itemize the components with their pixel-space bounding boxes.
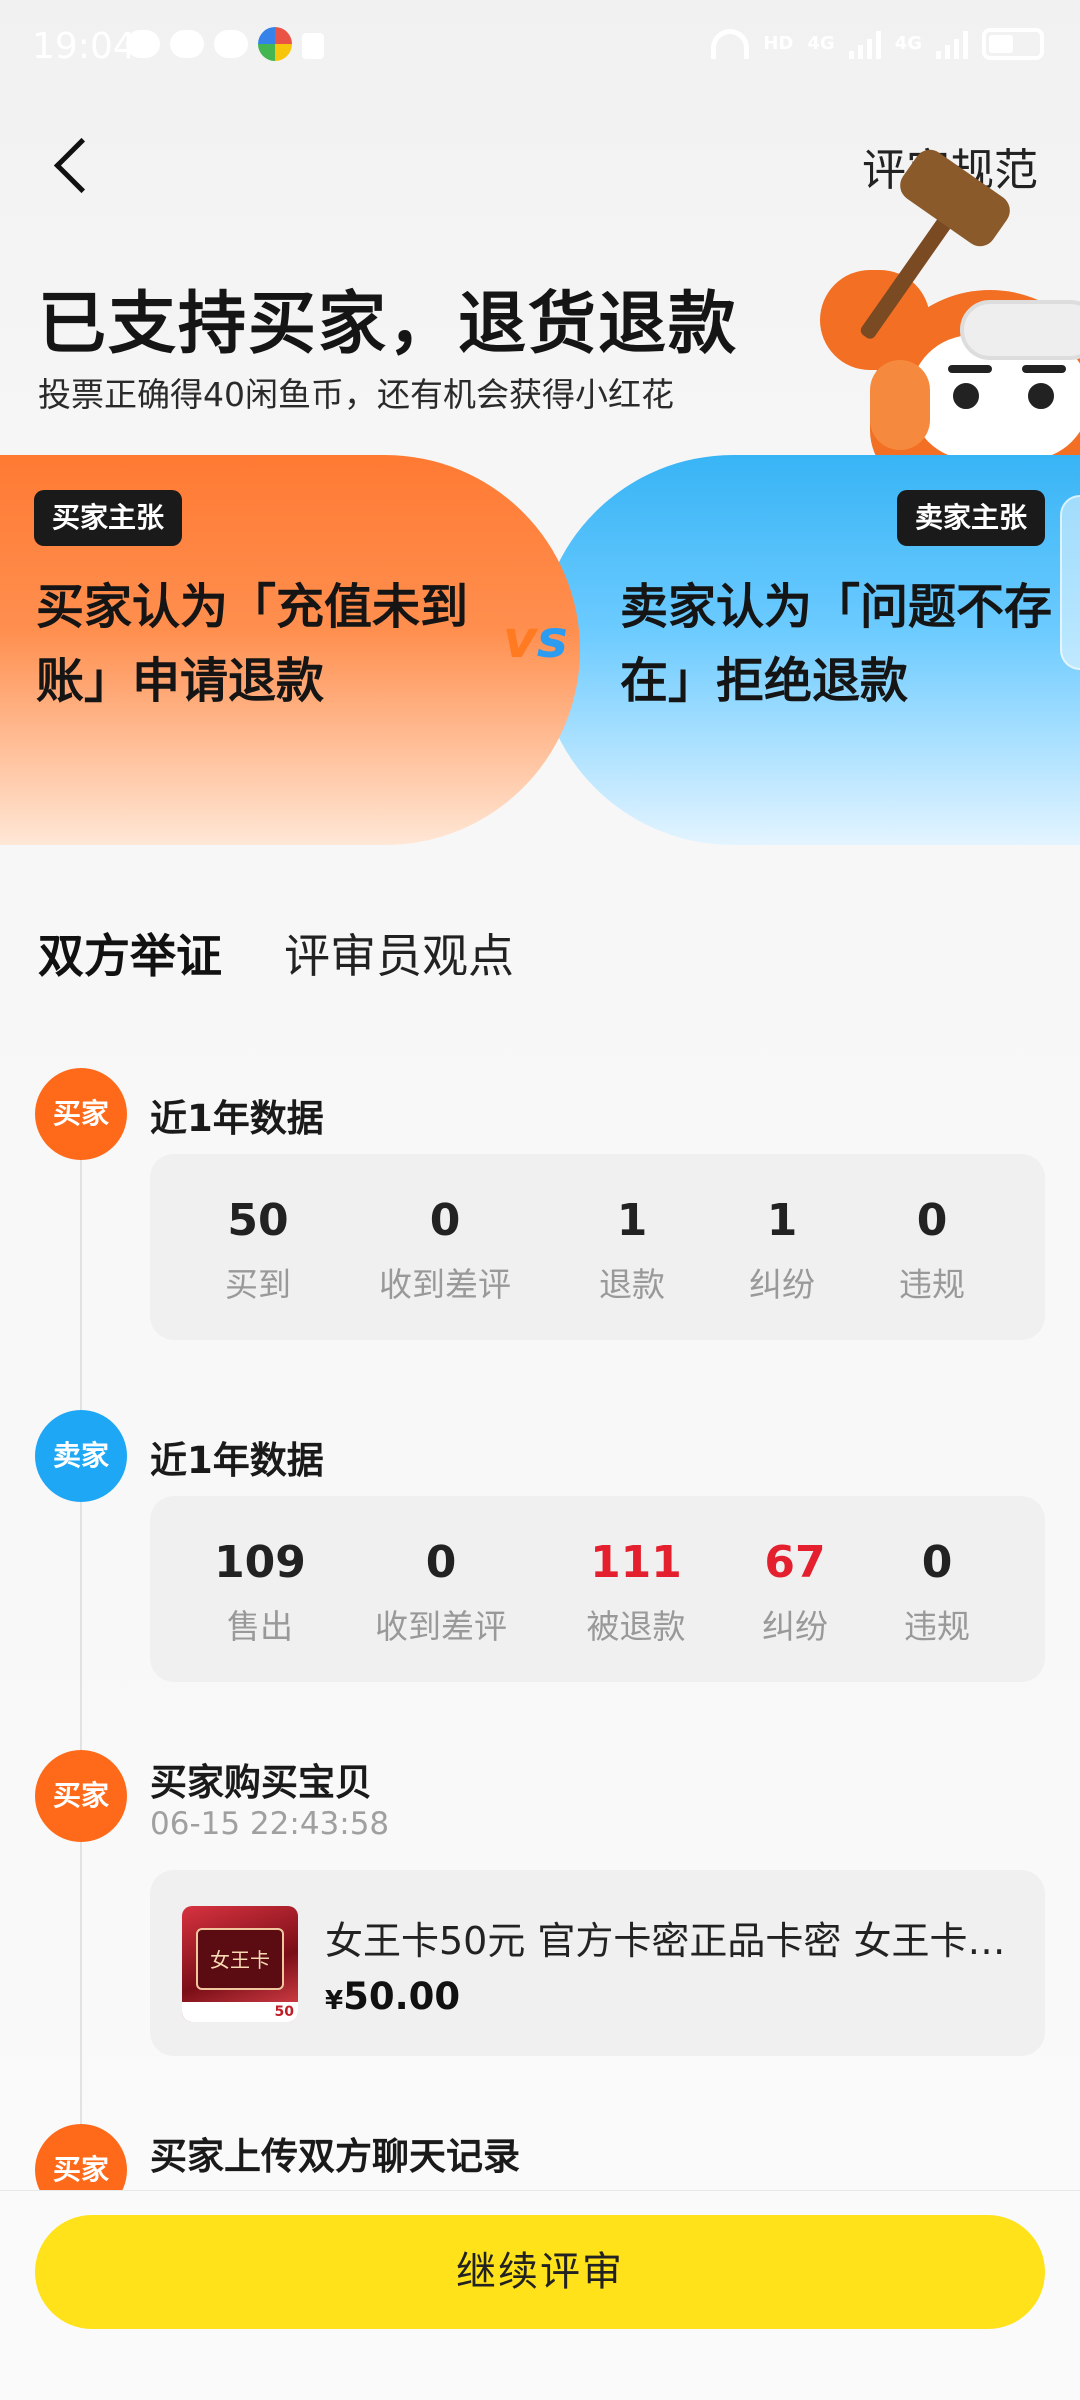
stat-refunds: 1 退款	[599, 1195, 665, 1305]
battery-icon	[982, 28, 1044, 60]
seller-claim-tag: 卖家主张	[896, 490, 1045, 546]
status-bar: 19:04 HD 4G 4G	[0, 0, 1080, 100]
seller-stats-card: 109 售出 0 收到差评 111 被退款 67 纠纷 0 违规	[150, 1496, 1045, 1682]
stat-refunded: 111 被退款	[586, 1537, 686, 1647]
stat-bad-reviews: 0 收到差评	[375, 1537, 507, 1647]
verdict-headline: 已支持买家，退货退款	[38, 285, 739, 364]
wifi-icon	[711, 29, 750, 59]
notification-icon	[302, 33, 324, 59]
bottom-action-bar: 继续评审	[0, 2190, 1080, 2400]
system-indicators: HD 4G 4G	[711, 28, 1044, 60]
tab-evidence[interactable]: 双方举证	[38, 920, 222, 1000]
network-4g-label: 4G	[807, 33, 835, 54]
purchase-time: 06-15 22:43:58	[150, 1806, 390, 1842]
stat-violations: 0 违规	[899, 1195, 965, 1305]
buyer-stats-title: 近1年数据	[150, 1097, 324, 1140]
stat-bought: 50 买到	[225, 1195, 291, 1305]
review-page: 19:04 HD 4G 4G 评审规范	[0, 0, 1080, 2400]
seller-stats-title: 近1年数据	[150, 1439, 324, 1482]
network-hd-label: HD	[763, 33, 794, 54]
stat-violations: 0 违规	[904, 1537, 970, 1647]
tab-reviewer-opinions[interactable]: 评审员观点	[284, 920, 514, 1000]
back-button[interactable]	[48, 128, 108, 208]
stat-disputes: 1 纠纷	[749, 1195, 815, 1305]
wechat-icon	[170, 30, 204, 58]
buyer-avatar: 买家	[35, 1068, 127, 1160]
purchase-title: 买家购买宝贝	[150, 1761, 372, 1804]
product-price: ¥50.00	[325, 1975, 461, 2018]
buyer-avatar: 买家	[35, 1750, 127, 1842]
app-notification-icon	[258, 27, 292, 61]
signal-icon-2	[936, 29, 968, 59]
continue-review-button[interactable]: 继续评审	[35, 2215, 1045, 2329]
versus-banner: 买家主张 卖家主张 买家认为「充值未到账」申请退款 卖家认为「问题不存在」拒绝退…	[0, 455, 1080, 845]
wechat-icon	[126, 30, 160, 58]
buyer-stats-card: 50 买到 0 收到差评 1 退款 1 纠纷 0 违规	[150, 1154, 1045, 1340]
side-card-edge	[1060, 495, 1080, 670]
buyer-claim-text: 买家认为「充值未到账」申请退款	[36, 579, 469, 709]
wechat-icon	[214, 30, 248, 58]
stat-disputes: 67 纠纷	[762, 1537, 828, 1647]
product-thumbnail: 女王卡 50	[182, 1906, 298, 2022]
signal-icon	[848, 29, 881, 59]
chat-record-title: 买家上传双方聊天记录	[150, 2135, 520, 2178]
product-title: 女王卡50元 官方卡密正品卡密 女王卡充值	[325, 1919, 1015, 1963]
evidence-tabs: 双方举证 评审员观点	[38, 920, 514, 1000]
judge-crab-mascot	[810, 143, 1080, 490]
stat-bad-reviews: 0 收到差评	[379, 1195, 511, 1305]
network-4g-label-2: 4G	[894, 33, 922, 54]
seller-avatar: 卖家	[35, 1410, 127, 1502]
notification-icons	[126, 27, 324, 61]
verdict-subline: 投票正确得40闲鱼币，还有机会获得小红花	[38, 375, 674, 414]
stat-sold: 109 售出	[214, 1537, 306, 1647]
buyer-claim-tag: 买家主张	[34, 490, 183, 546]
product-card[interactable]: 女王卡 50 女王卡50元 官方卡密正品卡密 女王卡充值 ¥50.00	[150, 1870, 1045, 2056]
seller-claim-text: 卖家认为「问题不存在」拒绝退款	[620, 579, 1053, 709]
status-time: 19:04	[32, 26, 136, 67]
vs-label: vs	[503, 610, 568, 670]
